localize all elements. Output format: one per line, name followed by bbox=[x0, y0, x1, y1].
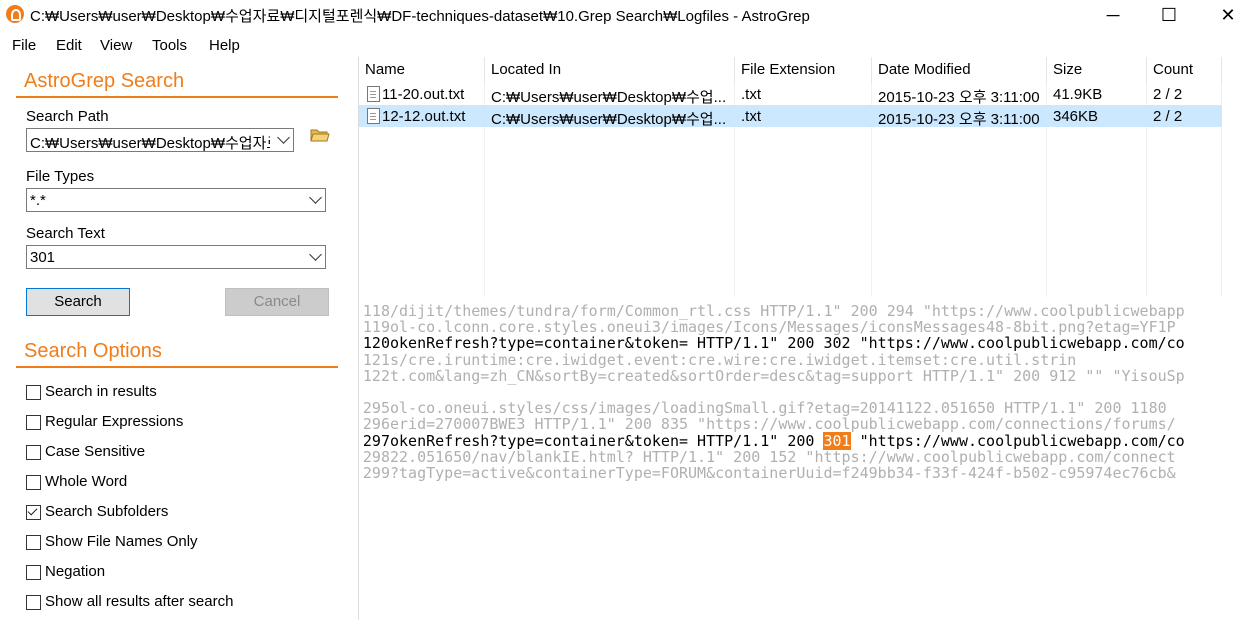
option-label: Show all results after search bbox=[45, 593, 234, 610]
option-label: Show File Names Only bbox=[45, 533, 198, 550]
cell-date: 2015-10-23 오후 3:11:00 bbox=[878, 111, 1040, 128]
text-file-icon bbox=[367, 108, 380, 124]
options-section-title: Search Options bbox=[24, 340, 162, 362]
line-text: okenRefresh?type=container&token= HTTP/1… bbox=[390, 334, 1185, 352]
close-button[interactable]: ✕ bbox=[1205, 0, 1251, 30]
minimize-button[interactable]: ─ bbox=[1090, 0, 1136, 30]
cell-location: C:₩Users₩user₩Desktop₩수업... bbox=[491, 111, 727, 128]
options-section-divider bbox=[16, 366, 338, 368]
menu-tools[interactable]: Tools bbox=[152, 37, 187, 54]
column-header-extension[interactable]: File Extension bbox=[735, 57, 872, 83]
window-title: C:₩Users₩user₩Desktop₩수업자료₩디지털포렌식₩DF-tec… bbox=[30, 8, 810, 25]
search-section-title: AstroGrep Search bbox=[24, 70, 185, 92]
option-label: Regular Expressions bbox=[45, 413, 184, 430]
file-preview[interactable]: 118/dijit/themes/tundra/form/Common_rtl.… bbox=[359, 297, 1252, 620]
option-label: Negation bbox=[45, 563, 106, 580]
astrogrep-logo-icon bbox=[6, 5, 24, 23]
search-panel: AstroGrep Search Search Path C:₩Users₩us… bbox=[0, 57, 359, 620]
cell-ext: .txt bbox=[741, 108, 762, 125]
option-label: Whole Word bbox=[45, 473, 128, 490]
checkbox-checked-icon[interactable] bbox=[26, 505, 41, 520]
context-line: 122t.com&lang=zh_CN&sortBy=created&sortO… bbox=[359, 367, 1185, 385]
context-line: 296erid=270007BWE3 HTTP/1.1" 200 835 "ht… bbox=[359, 415, 1176, 433]
cell-count: 2 / 2 bbox=[1153, 86, 1183, 103]
line-text: ?tagType=active&containerType=FORUM&cont… bbox=[390, 464, 1176, 482]
context-line: 29822.051650/nav/blankIE.html? HTTP/1.1"… bbox=[359, 448, 1176, 466]
line-number: 120 bbox=[362, 334, 390, 352]
results-grid: Name Located In File Extension Date Modi… bbox=[359, 57, 1252, 297]
checkbox-icon[interactable] bbox=[26, 595, 41, 610]
line-number: 296 bbox=[362, 415, 390, 433]
search-button[interactable]: Search bbox=[26, 288, 130, 316]
line-text: t.com&lang=zh_CN&sortBy=created&sortOrde… bbox=[390, 367, 1185, 385]
menu-bar: File Edit View Tools Help bbox=[0, 33, 1252, 57]
option-label: Search in results bbox=[45, 383, 157, 400]
cell-date: 2015-10-23 오후 3:11:00 bbox=[878, 89, 1040, 106]
cell-count: 2 / 2 bbox=[1153, 108, 1183, 125]
line-text: erid=270007BWE3 HTTP/1.1" 200 835 "https… bbox=[390, 415, 1176, 433]
file-types-label: File Types bbox=[26, 168, 95, 185]
chevron-down-icon[interactable] bbox=[309, 191, 322, 204]
file-types-value: *.* bbox=[30, 192, 46, 209]
context-line: 295ol-co.oneui.styles/css/images/loading… bbox=[359, 399, 1167, 417]
text-file-icon bbox=[367, 86, 380, 102]
checkbox-icon[interactable] bbox=[26, 415, 41, 430]
menu-view[interactable]: View bbox=[100, 37, 132, 54]
line-number: 299 bbox=[362, 464, 390, 482]
cell-size: 346KB bbox=[1053, 108, 1099, 125]
option-label: Case Sensitive bbox=[45, 443, 146, 460]
checkbox-icon[interactable] bbox=[26, 565, 41, 580]
column-header-count[interactable]: Count bbox=[1147, 57, 1222, 83]
search-text-value: 301 bbox=[30, 249, 56, 266]
cancel-button[interactable]: Cancel bbox=[225, 288, 329, 316]
match-line: 297okenRefresh?type=container&token= HTT… bbox=[359, 432, 1185, 450]
table-row[interactable]: 12-12.out.txt C:₩Users₩user₩Desktop₩수업...… bbox=[359, 105, 1222, 128]
checkbox-icon[interactable] bbox=[26, 475, 41, 490]
search-path-value: C:₩Users₩user₩Desktop₩수업자료 bbox=[30, 135, 270, 152]
chevron-down-icon[interactable] bbox=[277, 131, 290, 144]
context-line: 119ol-co.lconn.core.styles.oneui3/images… bbox=[359, 318, 1176, 336]
file-types-combo[interactable]: *.* bbox=[26, 188, 326, 212]
checkbox-icon[interactable] bbox=[26, 535, 41, 550]
search-path-combo[interactable]: C:₩Users₩user₩Desktop₩수업자료 bbox=[26, 128, 294, 152]
context-line: 118/dijit/themes/tundra/form/Common_rtl.… bbox=[359, 302, 1185, 320]
search-text-label: Search Text bbox=[26, 225, 105, 242]
menu-edit[interactable]: Edit bbox=[56, 37, 82, 54]
checkbox-icon[interactable] bbox=[26, 385, 41, 400]
search-path-label: Search Path bbox=[26, 108, 109, 125]
column-header-size[interactable]: Size bbox=[1047, 57, 1147, 83]
option-label: Search Subfolders bbox=[45, 503, 169, 520]
column-header-location[interactable]: Located In bbox=[485, 57, 735, 83]
context-line: 121s/cre.iruntime:cre.iwidget.event:cre.… bbox=[359, 351, 1076, 369]
cell-name: 11-20.out.txt bbox=[382, 86, 465, 103]
table-row[interactable]: 11-20.out.txt C:₩Users₩user₩Desktop₩수업...… bbox=[359, 83, 1222, 106]
checkbox-icon[interactable] bbox=[26, 445, 41, 460]
line-number: 122 bbox=[362, 367, 390, 385]
column-header-date[interactable]: Date Modified bbox=[872, 57, 1047, 83]
menu-file[interactable]: File bbox=[12, 37, 36, 54]
cell-location: C:₩Users₩user₩Desktop₩수업... bbox=[491, 89, 727, 106]
browse-folder-icon[interactable] bbox=[310, 127, 330, 143]
title-bar: C:₩Users₩user₩Desktop₩수업자료₩디지털포렌식₩DF-tec… bbox=[0, 0, 1252, 30]
search-section-divider bbox=[16, 96, 338, 98]
cell-size: 41.9KB bbox=[1053, 86, 1103, 103]
context-line: 299?tagType=active&containerType=FORUM&c… bbox=[359, 464, 1176, 482]
cell-name: 12-12.out.txt bbox=[382, 108, 466, 125]
maximize-button[interactable]: ☐ bbox=[1146, 0, 1192, 30]
match-line: 120okenRefresh?type=container&token= HTT… bbox=[359, 334, 1185, 352]
column-header-name[interactable]: Name bbox=[359, 57, 485, 83]
search-text-combo[interactable]: 301 bbox=[26, 245, 326, 269]
cell-ext: .txt bbox=[741, 86, 762, 103]
chevron-down-icon[interactable] bbox=[309, 248, 322, 261]
menu-help[interactable]: Help bbox=[209, 37, 240, 54]
